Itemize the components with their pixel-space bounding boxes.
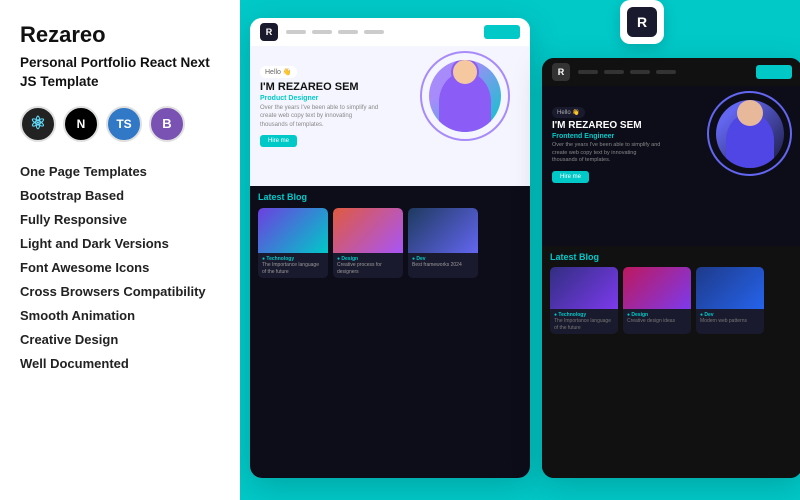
light-nav: R — [250, 18, 530, 46]
nav-link-dot — [312, 30, 332, 34]
dark-blog-card-3: ● Dev Modern web patterns — [696, 267, 764, 334]
next-badge: N — [63, 106, 99, 142]
feature-creative: Creative Design — [20, 328, 220, 352]
light-hero-section: Hello 👋 I'M REZAREO SEM Product Designer… — [250, 46, 530, 186]
dark-blog-img-1 — [550, 267, 618, 309]
feature-documented: Well Documented — [20, 352, 220, 376]
dark-hero-section: Hello 👋 I'M REZAREO SEM Frontend Enginee… — [542, 86, 800, 246]
circle-inner-light — [429, 60, 501, 132]
blog-title-suffix: Blog — [287, 192, 307, 202]
dark-blog-suffix: Blog — [579, 252, 599, 262]
left-panel: Rezareo Personal Portfolio React Next JS… — [0, 0, 240, 500]
hello-tag-light: Hello 👋 — [260, 66, 297, 78]
feature-one-page: One Page Templates — [20, 160, 220, 184]
react-badge: ⚛ — [20, 106, 56, 142]
light-blog-section: Latest Blog ● Technology The Importance … — [250, 186, 530, 478]
blog-img-3 — [408, 208, 478, 253]
light-template-preview: R Hello 👋 — [250, 18, 530, 478]
dark-hello-tag: Hello 👋 — [552, 107, 585, 118]
hero-desc-light: Over the years I've been able to simplif… — [260, 104, 380, 129]
blog-card-1-text: ● Technology The Importance language of … — [258, 253, 328, 278]
feature-cross-browsers: Cross Browsers Compatibility — [20, 280, 220, 304]
dark-blog-img-2 — [623, 267, 691, 309]
blog-cards-light: ● Technology The Importance language of … — [258, 208, 522, 278]
dark-person-body — [726, 113, 774, 168]
dark-blog-desc-3: Modern web patterns — [700, 318, 760, 325]
blog-card-3-text: ● Dev Best frameworks 2024 — [408, 253, 478, 272]
blog-desc-3: Best frameworks 2024 — [412, 262, 474, 269]
nav-link-dot-dark — [604, 70, 624, 74]
feature-font-awesome: Font Awesome Icons — [20, 256, 220, 280]
dark-hero-desc: Over the years I've been able to simplif… — [552, 142, 662, 165]
nav-cta-btn-light — [484, 25, 520, 39]
dark-blog-desc-1: The Importance language of the future — [554, 318, 614, 331]
nav-logo-light: R — [260, 23, 278, 41]
circle-outer-light — [420, 51, 510, 141]
feature-bootstrap: Bootstrap Based — [20, 184, 220, 208]
bs-badge: B — [149, 106, 185, 142]
nav-link-dot — [338, 30, 358, 34]
dark-blog-prefix: Latest — [550, 252, 577, 262]
dark-nav: R — [542, 58, 800, 86]
blog-img-2 — [333, 208, 403, 253]
nav-link-dot-dark — [630, 70, 650, 74]
feature-animation: Smooth Animation — [20, 304, 220, 328]
nav-links-dark — [578, 70, 748, 74]
product-subtitle: Personal Portfolio React Next JS Templat… — [20, 54, 220, 92]
nav-link-dot — [364, 30, 384, 34]
dark-blog-desc-2: Creative design ideas — [627, 318, 687, 325]
tech-badges: ⚛ N TS B — [20, 106, 220, 142]
blog-title-light: Latest Blog — [258, 192, 522, 202]
dark-blog-text-3: ● Dev Modern web patterns — [696, 309, 764, 328]
dark-blog-card-2: ● Design Creative design ideas — [623, 267, 691, 334]
feature-light-dark: Light and Dark Versions — [20, 232, 220, 256]
blog-desc-2: Creative process for designers — [337, 262, 399, 275]
dark-blog-card-1: ● Technology The Importance language of … — [550, 267, 618, 334]
feature-list: One Page Templates Bootstrap Based Fully… — [20, 160, 220, 376]
dark-circle-inner — [716, 100, 784, 168]
hire-btn-light: Hire me — [260, 135, 297, 147]
blog-title-prefix: Latest — [258, 192, 285, 202]
blog-card-1: ● Technology The Importance language of … — [258, 208, 328, 278]
blog-img-1 — [258, 208, 328, 253]
dark-circle-outer — [707, 91, 792, 176]
ts-badge: TS — [106, 106, 142, 142]
brand-logo: R — [627, 7, 657, 37]
feature-responsive: Fully Responsive — [20, 208, 220, 232]
dark-blog-text-1: ● Technology The Importance language of … — [550, 309, 618, 334]
right-panel: R R — [240, 0, 800, 500]
blog-card-3: ● Dev Best frameworks 2024 — [408, 208, 478, 278]
nav-link-dot-dark — [578, 70, 598, 74]
nav-link-dot — [286, 30, 306, 34]
hero-avatar-light — [420, 51, 510, 141]
dark-template-preview: R Hello 👋 — [542, 58, 800, 478]
nav-cta-btn-dark — [756, 65, 792, 79]
blog-card-2: ● Design Creative process for designers — [333, 208, 403, 278]
person-body-light — [439, 72, 491, 132]
blog-card-2-text: ● Design Creative process for designers — [333, 253, 403, 278]
dark-blog-title: Latest Blog — [550, 252, 794, 262]
nav-logo-dark: R — [552, 63, 570, 81]
top-logo-box: R — [620, 0, 664, 44]
dark-blog-cards: ● Technology The Importance language of … — [550, 267, 794, 334]
product-title: Rezareo — [20, 22, 220, 48]
dark-blog-section: Latest Blog ● Technology The Importance … — [542, 246, 800, 478]
dark-hire-btn: Hire me — [552, 171, 589, 183]
dark-hero-avatar — [707, 91, 792, 176]
person-head-light — [451, 60, 479, 86]
blog-desc-1: The Importance language of the future — [262, 262, 324, 275]
dark-blog-text-2: ● Design Creative design ideas — [623, 309, 691, 328]
nav-link-dot-dark — [656, 70, 676, 74]
dark-blog-img-3 — [696, 267, 764, 309]
nav-links-light — [286, 30, 476, 34]
dark-person-head — [737, 100, 763, 126]
